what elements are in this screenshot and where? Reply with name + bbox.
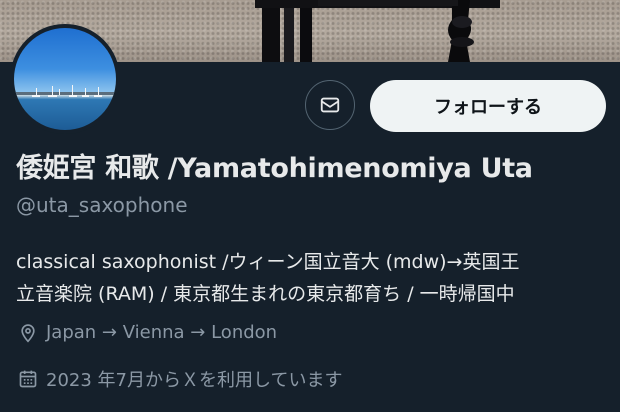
profile-page: フォローする 倭姫宮 和歌 /Yamatohimenomiya Uta @uta… <box>0 0 620 412</box>
avatar[interactable] <box>10 24 120 134</box>
profile-bio: classical saxophonist /ウィーン国立音大 (mdw)→英国… <box>16 246 612 310</box>
profile-location: Japan → Vienna → London <box>18 322 277 343</box>
location-text: Japan → Vienna → London <box>46 322 278 343</box>
message-button[interactable] <box>305 80 355 130</box>
joined-text: 2023 年7月からＸを利用しています <box>46 370 343 391</box>
avatar-image <box>14 28 116 130</box>
mail-icon <box>319 94 341 116</box>
calendar-icon <box>18 369 38 389</box>
bio-line: classical saxophonist /ウィーン国立音大 (mdw)→英国… <box>16 251 520 273</box>
follow-button[interactable]: フォローする <box>370 80 606 132</box>
display-name: 倭姫宮 和歌 /Yamatohimenomiya Uta <box>16 153 533 184</box>
profile-joined-date: 2023 年7月からＸを利用しています <box>18 366 342 392</box>
bio-line: 立音楽院 (RAM) / 東京都生まれの東京都育ち / 一時帰国中 <box>16 283 515 305</box>
user-handle: @uta_saxophone <box>16 193 188 217</box>
location-pin-icon <box>18 323 38 343</box>
